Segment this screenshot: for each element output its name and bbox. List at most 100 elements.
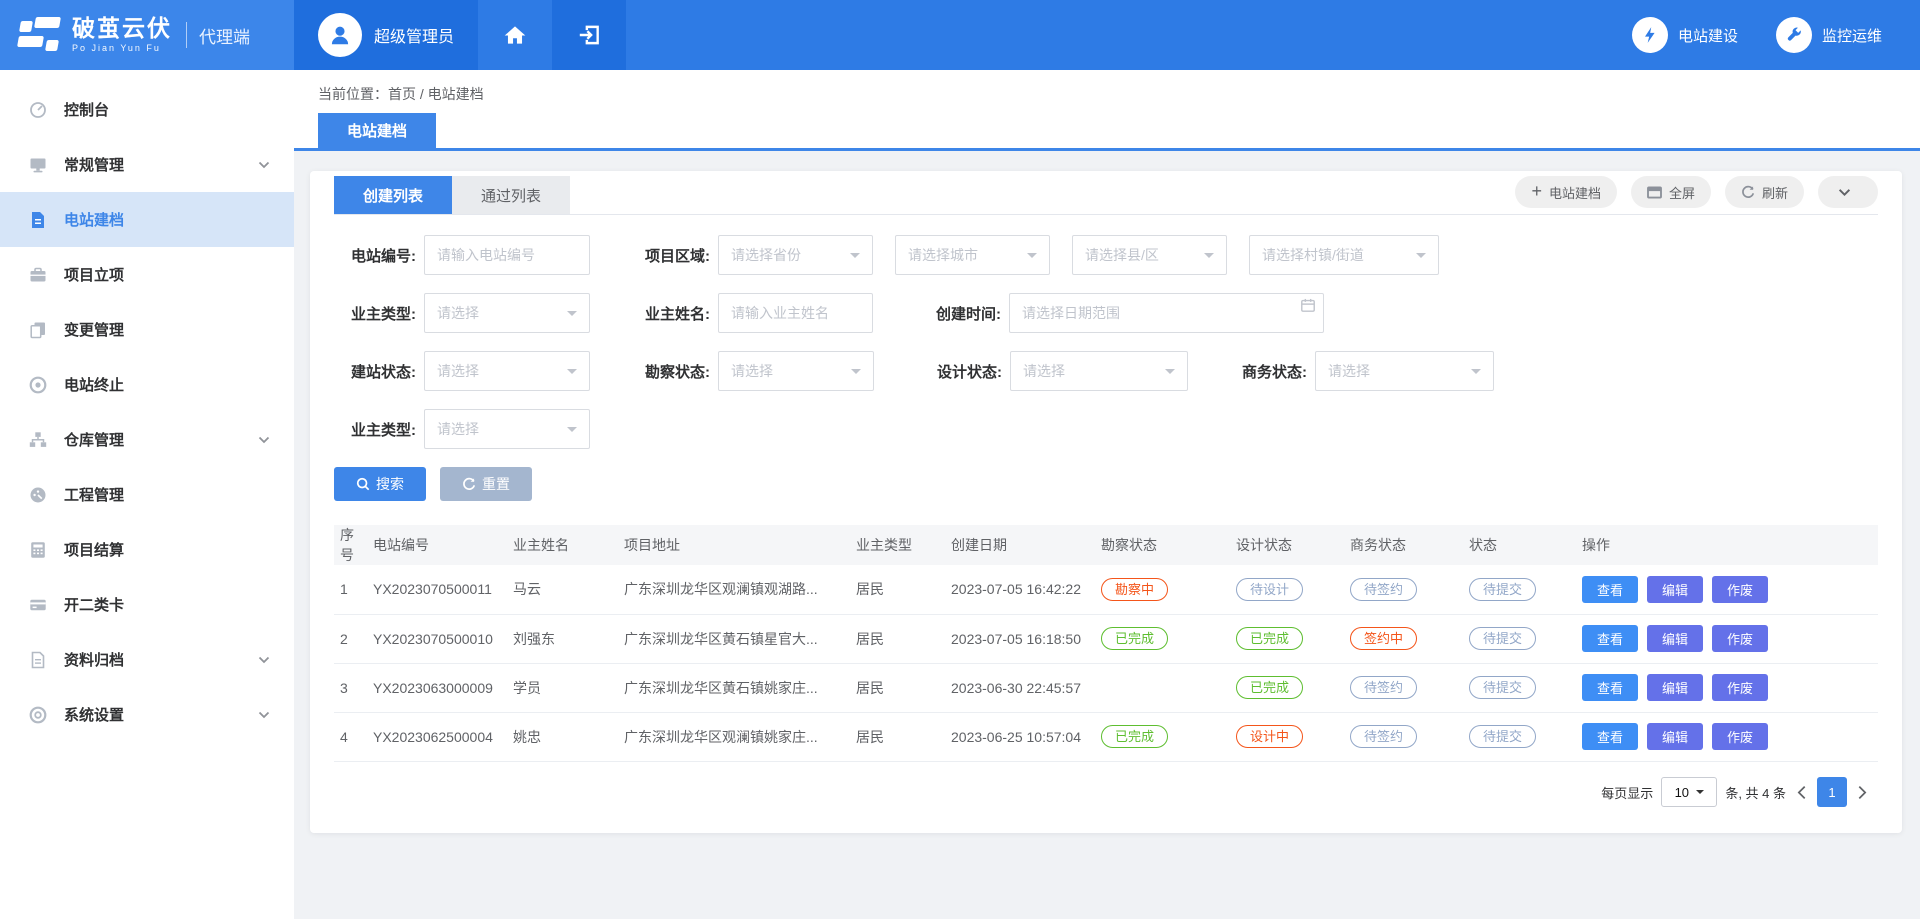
void-button[interactable]: 作废 [1712,723,1768,750]
tab-create-list[interactable]: 创建列表 [334,176,452,214]
survey-status-label: 勘察状态: [640,361,710,382]
view-button[interactable]: 查看 [1582,625,1638,652]
chevron-down-icon [1838,188,1851,197]
date-range-input[interactable] [1009,293,1324,333]
document-icon [28,210,48,230]
view-button[interactable]: 查看 [1582,674,1638,701]
edit-button[interactable]: 编辑 [1647,723,1703,750]
station-table: 序号 电站编号 业主姓名 项目地址 业主类型 创建日期 勘察状态 设计状态 商务… [334,525,1878,762]
view-button[interactable]: 查看 [1582,723,1638,750]
sidebar-item-station-archive[interactable]: 电站建档 [0,192,294,247]
table-row: 1 YX2023070500011 马云 广东深圳龙华区观澜镇观湖路... 居民… [334,565,1878,614]
edit-button[interactable]: 编辑 [1647,625,1703,652]
sidebar-item-general-mgmt[interactable]: 常规管理 [0,137,294,192]
search-icon [356,477,370,491]
sidebar-item-warehouse-mgmt[interactable]: 仓库管理 [0,412,294,467]
edit-button[interactable]: 编辑 [1647,576,1703,603]
business-status-badge: 待签约 [1350,725,1417,748]
sidebar-item-project-initiation[interactable]: 项目立项 [0,247,294,302]
business-status-label: 商务状态: [1237,361,1307,382]
breadcrumb-home[interactable]: 首页 [388,86,416,102]
page-tab[interactable]: 电站建档 [318,113,436,148]
owner-type2-label: 业主类型: [334,419,416,440]
design-status-select[interactable]: 请选择 [1010,351,1188,391]
lightning-icon [1632,17,1668,53]
design-status-badge: 待设计 [1236,578,1303,601]
next-page-button[interactable] [1857,785,1868,800]
page-size-select[interactable]: 10 [1661,777,1717,807]
table-row: 2 YX2023070500010 刘强东 广东深圳龙华区黄石镇星官大... 居… [334,614,1878,663]
reset-button[interactable]: 重置 [440,467,532,501]
chevron-down-icon [258,656,270,664]
chevron-left-icon [1796,785,1807,800]
nav-station-build-label: 电站建设 [1678,25,1738,46]
logo-icon [18,16,62,54]
view-button[interactable]: 查看 [1582,576,1638,603]
chevron-right-icon [1857,785,1868,800]
pagination: 每页显示 10 条, 共 4 条 1 [1601,777,1878,807]
sidebar-item-change-mgmt[interactable]: 变更管理 [0,302,294,357]
sidebar-item-console[interactable]: 控制台 [0,82,294,137]
survey-status-select[interactable]: 请选择 [718,351,874,391]
sidebar-item-system-settings[interactable]: 系统设置 [0,687,294,742]
owner-type-select[interactable]: 请选择 [424,293,590,333]
edit-button[interactable]: 编辑 [1647,674,1703,701]
refresh-button[interactable]: 刷新 [1725,176,1804,208]
target-icon [28,375,48,395]
city-select[interactable]: 请选择城市 [895,235,1050,275]
owner-type-label: 业主类型: [334,303,416,324]
avatar [318,13,362,57]
status-badge: 待提交 [1469,627,1536,650]
chevron-down-icon [258,711,270,719]
sidebar-item-data-archive[interactable]: 资料归档 [0,632,294,687]
add-station-button[interactable]: + 电站建档 [1515,176,1617,208]
survey-status-badge: 已完成 [1101,627,1168,650]
owner-type2-select[interactable]: 请选择 [424,409,590,449]
dashboard-icon [28,100,48,120]
app-window: 破茧云伏 Po Jian Yun Fu 代理端 超级管理员 [0,0,1920,919]
breadcrumb: 当前位置：首页 / 电站建档 [318,84,484,104]
prev-page-button[interactable] [1796,785,1807,800]
design-status-badge: 设计中 [1236,725,1303,748]
owner-name-input[interactable] [718,293,873,333]
total-count-label: 条, 共 4 条 [1725,783,1786,802]
table-row: 4 YX2023062500004 姚忠 广东深圳龙华区观澜镇姚家庄... 居民… [334,712,1878,761]
chevron-down-icon [258,161,270,169]
collapse-toolbar-button[interactable] [1818,176,1878,208]
sidebar-item-station-terminate[interactable]: 电站终止 [0,357,294,412]
nav-station-build[interactable]: 电站建设 [1632,0,1738,70]
fullscreen-button[interactable]: 全屏 [1631,176,1711,208]
station-no-input[interactable] [424,235,590,275]
void-button[interactable]: 作废 [1712,625,1768,652]
build-status-select[interactable]: 请选择 [424,351,590,391]
town-select[interactable]: 请选择村镇/街道 [1249,235,1439,275]
content-area: 当前位置：首页 / 电站建档 电站建档 创建列表 通过列表 + 电站建档 [294,70,1920,919]
user-menu[interactable]: 超级管理员 [294,0,478,70]
wrench-icon [1776,17,1812,53]
fullscreen-icon [1647,186,1662,199]
tab-underline [294,148,1920,151]
business-status-select[interactable]: 请选择 [1315,351,1494,391]
sidebar-item-open-card[interactable]: 开二类卡 [0,577,294,632]
design-status-badge: 已完成 [1236,676,1303,699]
settings-icon [28,705,48,725]
search-button[interactable]: 搜索 [334,467,426,501]
breadcrumb-prefix: 当前位置： [318,86,388,102]
portal-label: 代理端 [186,22,250,48]
sidebar-item-project-settlement[interactable]: 项目结算 [0,522,294,577]
home-icon [502,22,528,48]
plus-icon: + [1531,182,1542,200]
page-number-current[interactable]: 1 [1817,777,1847,807]
void-button[interactable]: 作废 [1712,674,1768,701]
home-button[interactable] [478,0,552,70]
tab-passed-list[interactable]: 通过列表 [452,176,570,214]
file-lines-icon [28,650,48,670]
county-select[interactable]: 请选择县/区 [1072,235,1227,275]
void-button[interactable]: 作废 [1712,576,1768,603]
nav-monitor-ops[interactable]: 监控运维 [1776,0,1882,70]
province-select[interactable]: 请选择省份 [718,235,873,275]
breadcrumb-separator: / [416,86,428,102]
user-icon [327,22,353,48]
sidebar-item-engineering-mgmt[interactable]: 工程管理 [0,467,294,522]
logout-button[interactable] [552,0,626,70]
